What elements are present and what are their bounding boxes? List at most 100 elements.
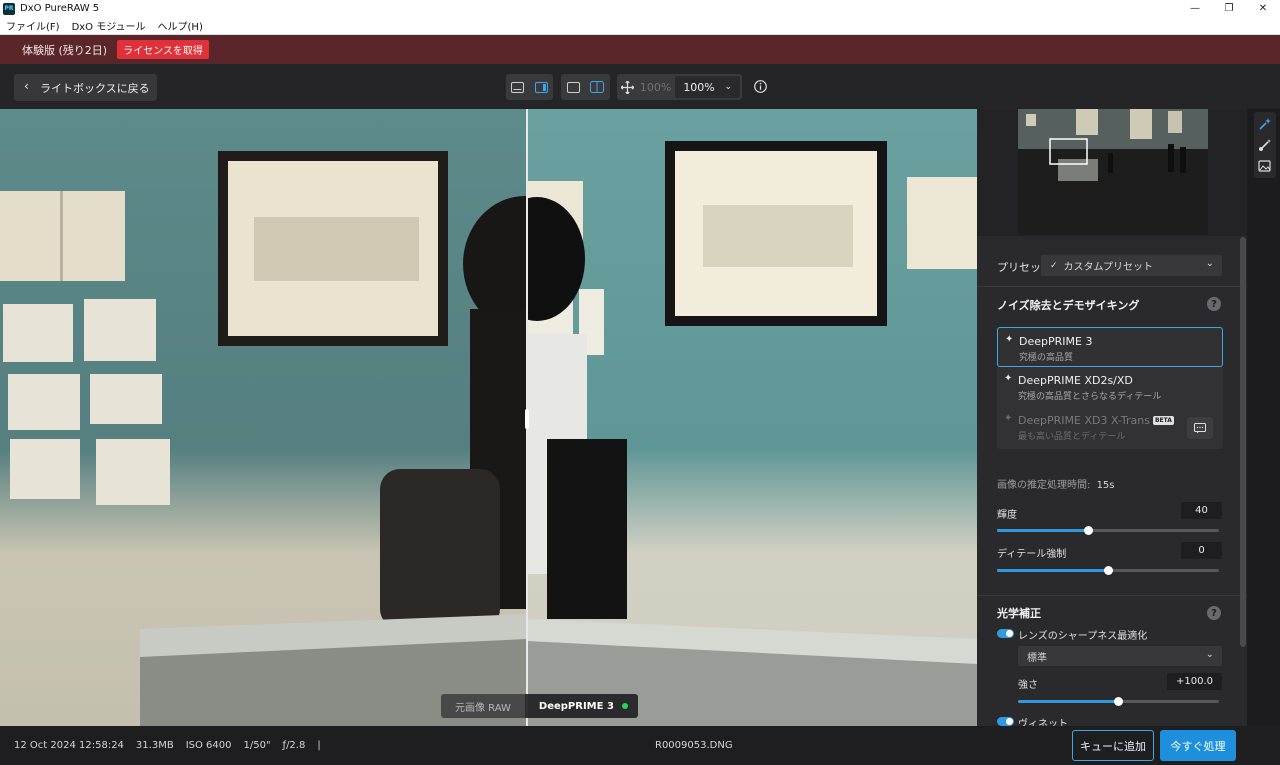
strength-slider-knob[interactable] xyxy=(1114,697,1123,706)
brush-icon xyxy=(1259,139,1271,151)
frame-icon xyxy=(566,81,580,93)
sparkle-icon: ✦ xyxy=(1004,413,1013,424)
compare-mode-group xyxy=(561,74,610,100)
vignette-label: ヴィネット xyxy=(1018,719,1068,726)
side-panel-view-button[interactable] xyxy=(530,74,554,100)
engine-name-text: DeepPRIME XD3 X-Trans xyxy=(1018,414,1150,427)
app-icon: PR xyxy=(3,2,15,15)
strength-slider[interactable] xyxy=(1018,697,1219,706)
engine-name: DeepPRIME XD3 X-Trans BETA xyxy=(1018,414,1174,427)
vignette-toggle[interactable] xyxy=(997,717,1014,726)
engine-subtitle: 究極の高品質 xyxy=(1019,353,1074,363)
detail-slider-knob[interactable] xyxy=(1103,566,1113,575)
panel-scrollbar[interactable] xyxy=(1240,237,1246,647)
engine-deepprime-xd2s[interactable]: ✦ DeepPRIME XD2s/XD 究極の高品質とさらなるディテール xyxy=(997,367,1223,407)
menu-help[interactable]: ヘルプ(H) xyxy=(152,18,209,33)
trial-text: 体験版 (残り2日) xyxy=(22,43,108,57)
noise-help-icon[interactable]: ? xyxy=(1207,297,1221,311)
original-raw-label: 元画像 RAW xyxy=(441,694,525,718)
image-icon xyxy=(1258,160,1271,172)
estimated-time-value: 15s xyxy=(1096,480,1115,491)
sparkle-wand-icon xyxy=(1259,118,1271,130)
navigator-thumbnail[interactable] xyxy=(1018,109,1208,235)
menu-dxo-modules[interactable]: DxO モジュール xyxy=(66,18,152,33)
luminance-slider-knob[interactable] xyxy=(1083,526,1093,535)
detail-value[interactable]: 0 xyxy=(1181,542,1222,559)
zoom-value: 100% xyxy=(683,80,715,94)
split-compare-icon xyxy=(590,81,604,93)
processed-label: DeepPRIME 3 xyxy=(524,694,638,718)
aperture: ƒ/2.8 xyxy=(282,740,306,751)
sparkle-icon: ✦ xyxy=(1005,334,1014,345)
engine-name: DeepPRIME XD2s/XD xyxy=(1018,374,1133,387)
sparkle-icon: ✦ xyxy=(1004,373,1013,384)
back-to-lightbox-button[interactable]: ‹ ライトボックスに戻る xyxy=(14,74,157,101)
info-icon xyxy=(754,80,767,93)
luminance-slider[interactable] xyxy=(997,526,1219,535)
zoom-fit-label[interactable]: 100% xyxy=(638,81,675,94)
window-controls: — ❐ ✕ xyxy=(1178,0,1280,17)
preset-value: カスタムプリセット xyxy=(1063,262,1153,273)
tool-rail xyxy=(1254,112,1276,178)
noise-section-title: ノイズ除去とデモザイキング xyxy=(997,299,1140,312)
get-license-button[interactable]: ライセンスを取得 xyxy=(117,40,209,59)
single-view-icon xyxy=(511,81,525,93)
status-bar: 12 Oct 2024 12:58:24 31.3MB ISO 6400 1/5… xyxy=(0,726,1280,765)
original-image xyxy=(0,109,527,726)
menu-file[interactable]: ファイル(F) xyxy=(0,18,66,33)
detail-slider[interactable] xyxy=(997,566,1219,575)
ai-denoise-tool-button[interactable] xyxy=(1257,116,1273,132)
trial-banner: 体験版 (残り2日) ライセンスを取得 xyxy=(0,35,1280,64)
toolbar: ‹ ライトボックスに戻る 100% 100% ⌄ xyxy=(0,64,1280,109)
iso-value: ISO 6400 xyxy=(185,740,232,751)
chevron-down-icon: ⌄ xyxy=(724,82,732,92)
minimize-button[interactable]: — xyxy=(1178,0,1212,17)
luminance-slider-fill xyxy=(997,529,1089,532)
image-viewer[interactable]: 元画像 RAW DeepPRIME 3 xyxy=(0,109,977,726)
compare-divider-handle[interactable] xyxy=(525,409,529,429)
engine-subtitle: 究極の高品質とさらなるディテール xyxy=(1018,392,1162,402)
shutter-speed: 1/50" xyxy=(243,740,271,751)
settings-panel: プリセット ✓ カスタムプリセット ⌄ ノイズ除去とデモザイキング ? ✦ De… xyxy=(977,109,1247,726)
chevron-down-icon: ⌄ xyxy=(1205,649,1214,660)
maximize-button[interactable]: ❐ xyxy=(1212,0,1246,17)
divider xyxy=(977,595,1247,596)
beta-badge: BETA xyxy=(1152,416,1174,425)
add-to-queue-button[interactable]: キューに追加 xyxy=(1072,730,1154,761)
strength-value[interactable]: +100.0 xyxy=(1167,673,1222,690)
detail-slider-fill xyxy=(997,569,1108,572)
detail-label: ディテール強制 xyxy=(997,549,1067,560)
side-panel-icon xyxy=(534,81,548,93)
process-now-button[interactable]: 今すぐ処理 xyxy=(1160,730,1236,761)
preset-select[interactable]: ✓ カスタムプリセット ⌄ xyxy=(1041,255,1222,276)
optics-help-icon[interactable]: ? xyxy=(1207,606,1221,620)
zoom-select[interactable]: 100% ⌄ xyxy=(675,76,740,98)
engine-deepprime-3[interactable]: ✦ DeepPRIME 3 究極の高品質 xyxy=(997,327,1223,367)
check-icon: ✓ xyxy=(1050,260,1058,271)
engine-subtitle: 最も高い品質とディテール xyxy=(1018,432,1126,442)
feedback-button[interactable] xyxy=(1187,417,1213,439)
image-tool-button[interactable] xyxy=(1257,158,1273,174)
compare-off-button[interactable] xyxy=(561,74,585,100)
back-label: ライトボックスに戻る xyxy=(40,81,150,95)
single-view-button[interactable] xyxy=(506,74,530,100)
luminance-value[interactable]: 40 xyxy=(1181,502,1222,519)
processed-label-text: DeepPRIME 3 xyxy=(538,700,614,712)
engine-name: DeepPRIME 3 xyxy=(1019,335,1093,348)
view-mode-group xyxy=(506,74,553,100)
image-metadata: 12 Oct 2024 12:58:24 31.3MB ISO 6400 1/5… xyxy=(14,740,333,751)
split-compare-button[interactable] xyxy=(585,74,609,100)
lens-sharpness-label: レンズのシャープネス最適化 xyxy=(1018,631,1148,642)
compare-labels: 元画像 RAW DeepPRIME 3 xyxy=(441,694,638,718)
divider xyxy=(977,286,1247,287)
info-button[interactable] xyxy=(754,80,767,96)
sharpness-mode-select[interactable]: 標準 ⌄ xyxy=(1018,646,1222,666)
navigator xyxy=(977,109,1247,236)
chevron-left-icon: ‹ xyxy=(24,79,29,93)
pan-tool-button[interactable] xyxy=(617,74,638,100)
lens-sharpness-toggle[interactable] xyxy=(997,629,1014,638)
luminance-label: 輝度 xyxy=(997,510,1017,521)
retouch-tool-button[interactable] xyxy=(1257,137,1273,153)
close-button[interactable]: ✕ xyxy=(1246,0,1280,17)
title-bar: PR DxO PureRAW 5 — ❐ ✕ xyxy=(0,0,1280,17)
